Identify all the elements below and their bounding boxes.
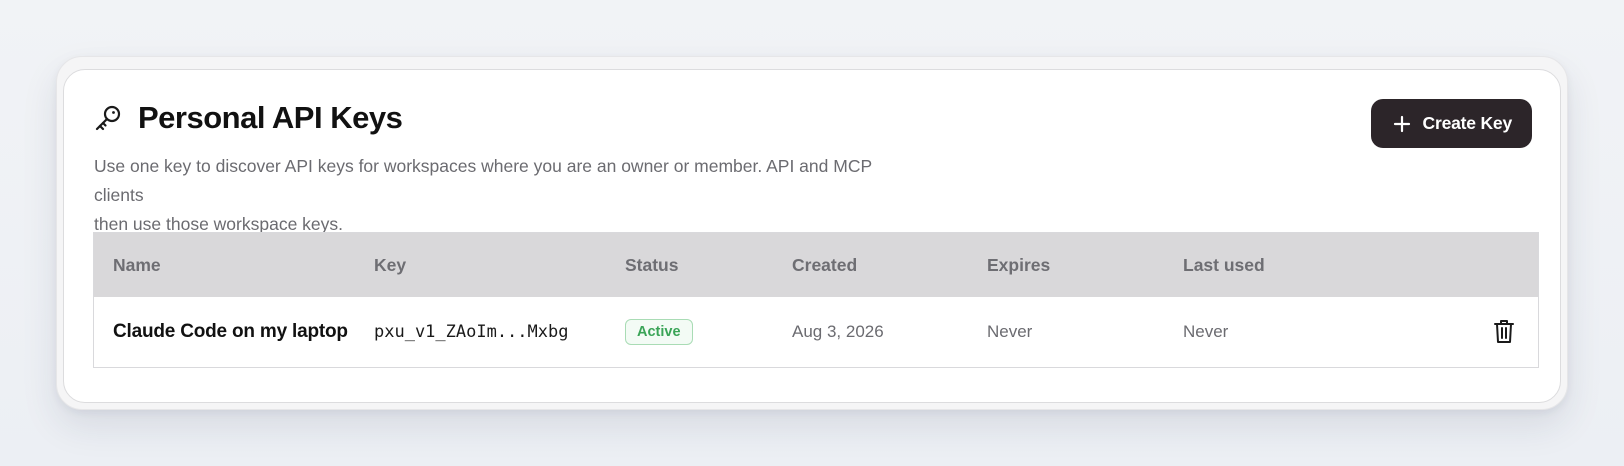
created-date: Aug 3, 2026 bbox=[792, 322, 884, 341]
table-header: Name Key Status Created Expires Last use… bbox=[94, 233, 1538, 297]
column-header-last-used[interactable]: Last used bbox=[1183, 233, 1265, 297]
cell-created: Aug 3, 2026 bbox=[792, 297, 884, 367]
api-keys-panel-frame: Personal API Keys Use one key to discove… bbox=[56, 56, 1568, 410]
column-header-status[interactable]: Status bbox=[625, 233, 678, 297]
cell-last-used: Never bbox=[1183, 297, 1228, 367]
table-row: Claude Code on my laptop pxu_v1_ZAoIm...… bbox=[94, 297, 1538, 367]
create-key-button[interactable]: Create Key bbox=[1370, 99, 1532, 148]
column-header-created[interactable]: Created bbox=[792, 233, 857, 297]
delete-key-button[interactable] bbox=[1492, 317, 1516, 345]
cell-key: pxu_v1_ZAoIm...Mxbg bbox=[374, 297, 568, 367]
create-key-label: Create Key bbox=[1422, 113, 1513, 133]
api-keys-table: Name Key Status Created Expires Last use… bbox=[93, 232, 1539, 368]
column-header-key[interactable]: Key bbox=[374, 233, 406, 297]
api-keys-panel: Personal API Keys Use one key to discove… bbox=[63, 69, 1561, 403]
column-header-expires[interactable]: Expires bbox=[987, 233, 1050, 297]
expires-value: Never bbox=[987, 322, 1033, 341]
cell-status: Active bbox=[625, 297, 693, 367]
plus-icon bbox=[1393, 115, 1411, 133]
cell-expires: Never bbox=[987, 297, 1032, 367]
masked-key: pxu_v1_ZAoIm...Mxbg bbox=[374, 322, 569, 342]
cell-name: Claude Code on my laptop bbox=[113, 297, 348, 367]
status-badge: Active bbox=[625, 319, 693, 345]
panel-header: Personal API Keys bbox=[93, 100, 403, 135]
description-line-1: Use one key to discover API keys for wor… bbox=[94, 156, 872, 205]
page-description: Use one key to discover API keys for wor… bbox=[94, 152, 914, 239]
page-title: Personal API Keys bbox=[138, 100, 403, 135]
trash-icon bbox=[1493, 318, 1515, 344]
key-icon bbox=[93, 103, 123, 133]
key-name: Claude Code on my laptop bbox=[113, 321, 348, 342]
column-header-name[interactable]: Name bbox=[113, 233, 161, 297]
last-used-value: Never bbox=[1183, 322, 1229, 341]
